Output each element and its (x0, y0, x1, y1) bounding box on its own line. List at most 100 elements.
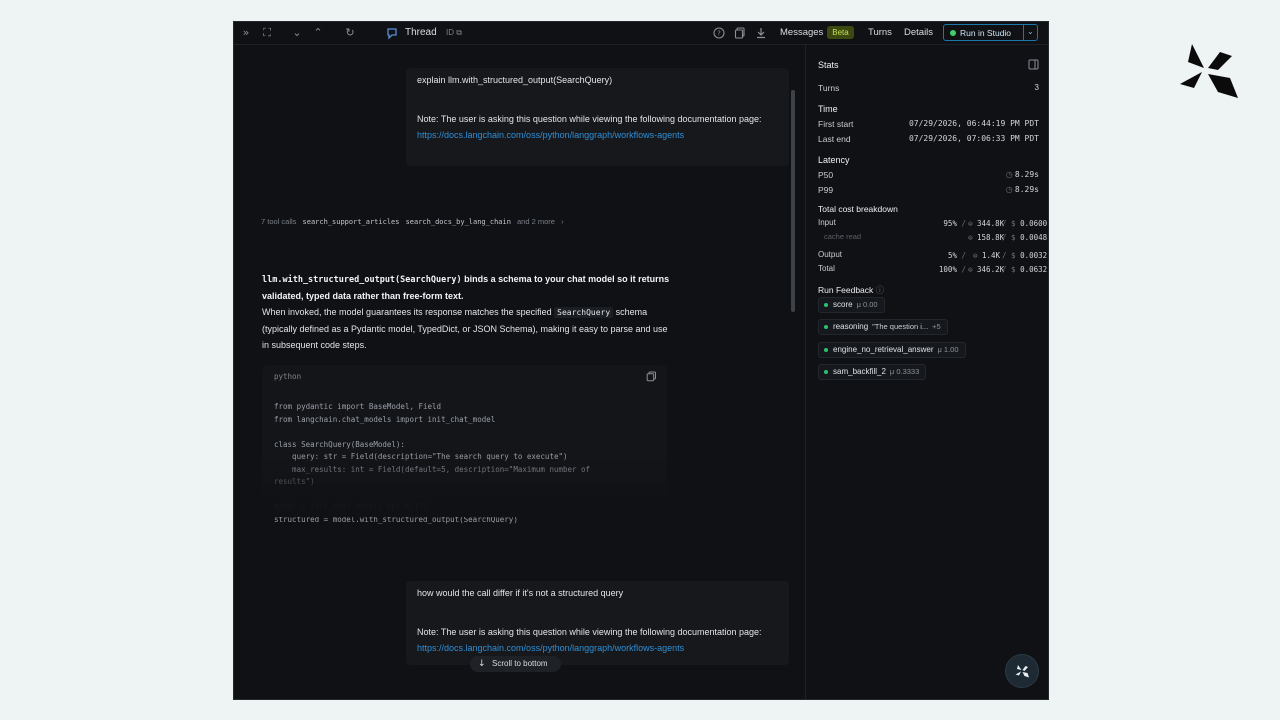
info-icon[interactable]: ⓘ (876, 285, 885, 295)
context-note: Note: The user is asking this question w… (417, 111, 787, 143)
doc-link[interactable]: https://docs.langchain.com/oss/python/la… (417, 643, 684, 653)
cost-heading: Total cost breakdown (818, 204, 898, 214)
copy-icon[interactable] (733, 26, 747, 40)
cost-tokens: ⊜ 158.8K (968, 233, 1004, 242)
assistant-fab-button[interactable] (1005, 654, 1039, 688)
dollar-icon: / $ (1002, 233, 1016, 242)
answer-lead-code: llm.with_structured_output(SearchQuery) (262, 275, 462, 285)
cost-tokens-text: 1.4K (981, 251, 1000, 260)
panel-icon[interactable] (1028, 59, 1039, 70)
token-icon: ⊜ (968, 219, 973, 228)
tab-messages[interactable]: Messages (780, 27, 823, 38)
thread-icon (387, 28, 397, 40)
stats-panel: Stats Turns 3 Time First start 07/29/202… (806, 45, 1048, 699)
thread-title: Thread (405, 27, 437, 38)
tab-details[interactable]: Details (904, 27, 933, 38)
chevron-up-icon[interactable]: ⌃ (311, 26, 325, 40)
scrollbar[interactable] (791, 90, 795, 312)
feedback-value: μ 0.00 (856, 300, 878, 309)
download-icon[interactable] (754, 26, 768, 40)
cost-tokens: ⊜ 344.8K (968, 219, 1004, 228)
refresh-icon[interactable]: ↻ (343, 26, 357, 40)
feedback-dot (824, 303, 828, 307)
cost-tokens-text: 346.2K (977, 265, 1005, 274)
scroll-to-bottom-label: Scroll to bottom (492, 659, 548, 668)
doc-link[interactable]: https://docs.langchain.com/oss/python/la… (417, 130, 684, 140)
feedback-dot (824, 370, 828, 374)
note-text: Note: The user is asking this question w… (417, 114, 762, 124)
run-feedback-heading: Run Feedback ⓘ (818, 284, 884, 296)
scroll-to-bottom-button[interactable]: ↓ Scroll to bottom (470, 656, 561, 672)
chevron-down-icon[interactable]: ⌄ (1027, 27, 1034, 36)
note-text: Note: The user is asking this question w… (417, 627, 762, 637)
feedback-value: μ 1.00 (937, 345, 959, 354)
tool-calls-count: 7 tool calls (261, 217, 297, 226)
cost-label: Total (818, 264, 835, 273)
cost-value: / $ 0.0048 (1002, 233, 1047, 242)
first-start-value: 07/29/2026, 06:44:19 PM PDT (908, 119, 1039, 128)
cost-label: cache read (824, 232, 862, 241)
first-start-label: First start (818, 119, 854, 129)
cost-value-text: 0.0032 (1020, 251, 1048, 260)
langsmith-logo-icon (1015, 665, 1029, 678)
expand-icon[interactable]: ⛶ (260, 26, 274, 40)
feedback-chip-sam-backfill[interactable]: sam_backfill_2 μ 0.3333 (818, 364, 927, 380)
collapse-icon[interactable]: » (239, 26, 253, 40)
cost-value-text: 0.0632 (1020, 265, 1048, 274)
p99-text: 8.29s (1014, 185, 1039, 194)
thread-id-link[interactable]: ID ⧉ (446, 28, 462, 38)
top-toolbar: » ⛶ ⌄ ⌃ ↻ Thread ID ⧉ ? Messages Beta Tu… (234, 22, 1048, 45)
code-language: python (274, 372, 302, 381)
feedback-extra-count: +5 (932, 322, 941, 331)
p99-value: ◷ 8.29s (1006, 185, 1039, 194)
cost-pct-text: 100% (938, 265, 957, 274)
tab-turns[interactable]: Turns (868, 27, 892, 38)
status-dot (950, 30, 956, 36)
tool-calls-summary[interactable]: 7 tool calls search_support_articles sea… (261, 217, 564, 226)
chevron-down-icon[interactable]: ⌄ (290, 26, 304, 40)
p50-value: ◷ 8.29s (1006, 170, 1039, 179)
thread-id-label: ID (446, 28, 454, 37)
feedback-key: sam_backfill_2 (833, 367, 886, 376)
cost-tokens-text: 158.8K (977, 233, 1005, 242)
dollar-icon: / $ (1002, 251, 1016, 260)
user-message: how would the call differ if it's not a … (406, 581, 789, 665)
svg-text:?: ? (717, 30, 721, 38)
p99-label: P99 (818, 185, 834, 195)
run-feedback-title: Run Feedback (818, 285, 874, 295)
beta-badge: Beta (827, 26, 854, 39)
p50-text: 8.29s (1014, 170, 1039, 179)
last-end-value: 07/29/2026, 07:06:33 PM PDT (908, 134, 1039, 143)
copy-icon[interactable] (646, 371, 657, 382)
help-icon[interactable]: ? (712, 26, 726, 40)
cost-tokens-text: 344.8K (977, 219, 1005, 228)
latency-heading: Latency (818, 155, 850, 165)
user-query: explain llm.with_structured_output(Searc… (417, 75, 613, 85)
feedback-chip-engine-no-retrieval[interactable]: engine_no_retrieval_answer μ 1.00 (818, 342, 966, 358)
cost-pct-text: 5% (947, 251, 957, 260)
assistant-answer: llm.with_structured_output(SearchQuery) … (262, 271, 672, 353)
feedback-key: reasoning (833, 322, 869, 331)
clock-icon: ◷ (1005, 170, 1013, 179)
inline-code: SearchQuery (554, 307, 614, 318)
cost-label: Input (818, 218, 836, 227)
cost-label: Output (818, 250, 843, 259)
feedback-chip-reasoning[interactable]: reasoning "The question i... +5 (818, 319, 948, 335)
turns-value: 3 (1034, 83, 1039, 92)
run-in-studio-button[interactable]: Run in Studio ⌄ (943, 24, 1038, 41)
cost-value: / $ 0.0600 (1002, 219, 1047, 228)
last-end-label: Last end (818, 134, 851, 144)
context-note: Note: The user is asking this question w… (417, 624, 787, 656)
code-block: python from pydantic import BaseModel, F… (262, 365, 667, 524)
cost-pct: 100% / (938, 265, 966, 274)
p50-label: P50 (818, 170, 834, 180)
turns-label: Turns (818, 83, 840, 93)
cost-pct-text: 95% (943, 219, 957, 228)
cost-tokens: ⊜ 1.4K (968, 251, 1000, 260)
feedback-chip-score[interactable]: score μ 0.00 (818, 297, 885, 313)
arrow-down-icon: ↓ (478, 659, 486, 669)
cost-pct: 5% / (947, 251, 966, 260)
cost-value-text: 0.0600 (1020, 219, 1048, 228)
code-fade-overlay (262, 455, 667, 517)
feedback-dot (824, 348, 828, 352)
